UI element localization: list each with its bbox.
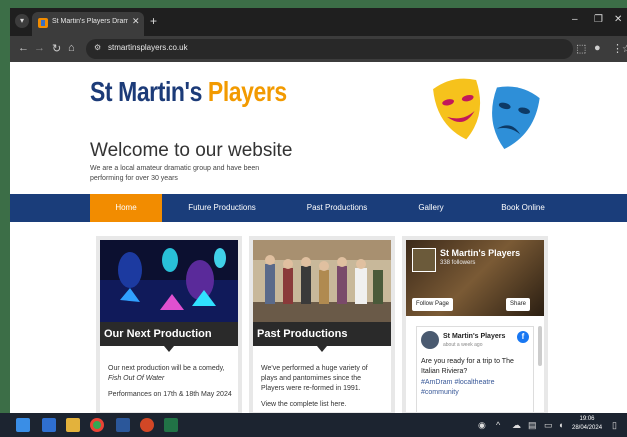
profile-icon[interactable]: ● (594, 42, 601, 54)
network-icon[interactable]: ▤ (528, 420, 537, 431)
main-nav: Home Future Productions Past Productions… (10, 194, 627, 222)
tab-title: St Martin's Players Drama Grou (52, 18, 128, 25)
next-production-play: Fish Out Of Water (108, 375, 165, 382)
facebook-avatar[interactable] (412, 248, 436, 272)
notch-arrow (317, 346, 327, 352)
facebook-followers: 338 followers (440, 260, 476, 266)
task-view-icon[interactable] (42, 418, 56, 432)
facebook-icon[interactable]: f (517, 331, 529, 343)
reload-icon[interactable]: ↻ (52, 42, 61, 55)
file-explorer-icon[interactable] (66, 418, 80, 432)
tab-bar: ▾ St Martin's Players Drama Grou ✕ + – ❐… (10, 8, 627, 36)
past-productions-card[interactable]: Past Productions We've performed a huge … (249, 236, 395, 413)
logo-text-part1: St Martin's (90, 76, 208, 107)
past-productions-title: Past Productions (253, 322, 391, 346)
menu-icon[interactable]: ⋮ (612, 42, 623, 55)
facebook-page-name[interactable]: St Martin's Players (440, 248, 520, 258)
post-time[interactable]: about a week ago (443, 342, 482, 348)
extensions-icon[interactable]: ⬚ (576, 42, 586, 55)
site-logo[interactable]: St Martin's Players (90, 76, 287, 108)
facebook-scrollbar[interactable] (538, 326, 542, 366)
start-icon[interactable] (16, 418, 30, 432)
maximize-icon[interactable]: ❐ (594, 14, 603, 25)
nav-gallery[interactable]: Gallery (406, 194, 456, 222)
notification-icon[interactable]: ▯ (612, 420, 617, 431)
nav-past-productions[interactable]: Past Productions (294, 194, 380, 222)
word-icon[interactable] (116, 418, 130, 432)
close-window-icon[interactable]: ✕ (614, 14, 622, 25)
post-hashtags-2[interactable]: #community (421, 389, 529, 396)
follow-page-button[interactable]: Follow Page (412, 298, 454, 311)
browser-tab[interactable]: St Martin's Players Drama Grou ✕ (32, 12, 144, 36)
follow-page-label: Follow Page (416, 301, 450, 307)
share-label: Share (510, 301, 527, 307)
clock-time: 19:06 (579, 416, 595, 422)
back-icon[interactable]: ← (18, 42, 29, 54)
post-author[interactable]: St Martin's Players (443, 333, 505, 340)
next-production-image (100, 240, 238, 322)
facebook-widget: St Martin's Players 338 followers Follow… (402, 236, 548, 413)
facebook-cover: St Martin's Players 338 followers Follow… (406, 240, 544, 316)
tab-search-icon[interactable]: ▾ (15, 14, 29, 28)
card-body: Past Productions We've performed a huge … (253, 240, 391, 412)
notch-arrow (164, 346, 174, 352)
site-info-icon[interactable]: ⚙ (94, 43, 101, 52)
browser-toolbar: ← → ↻ ⌂ ⚙ stmartinsplayers.co.uk ☆ ⬚ ● ⋮ (10, 36, 627, 62)
desktop-edge (0, 0, 627, 8)
url-text[interactable]: stmartinsplayers.co.uk (108, 43, 188, 52)
close-tab-icon[interactable]: ✕ (132, 16, 140, 27)
home-icon[interactable]: ⌂ (68, 42, 75, 54)
past-productions-image (253, 240, 391, 322)
minimize-icon[interactable]: – (572, 14, 578, 25)
next-production-p1: Our next production will be a comedy, (108, 365, 225, 372)
tray-app-icon[interactable]: ◉ (478, 420, 486, 431)
next-production-title: Our Next Production (100, 322, 238, 346)
clock-date: 28/04/2024 (572, 425, 603, 431)
new-tab-icon[interactable]: + (150, 14, 157, 28)
logo-text-part2: Players (207, 76, 287, 107)
next-production-text: Our next production will be a comedy, Fi… (108, 364, 232, 400)
web-page: St Martin's Players Welcome to our websi… (10, 62, 627, 413)
past-productions-link[interactable]: View the complete list here. (261, 400, 385, 410)
forward-icon[interactable]: → (34, 42, 45, 54)
card-body: Our Next Production Our next production … (100, 240, 238, 412)
theatre-masks-icon (433, 78, 540, 150)
nav-future-productions[interactable]: Future Productions (178, 194, 266, 222)
facebook-widget-inner: St Martin's Players 338 followers Follow… (406, 240, 544, 412)
next-production-dates: Performances on 17th & 18th May 2024 (108, 391, 232, 398)
post-hashtags[interactable]: #AmDram #localtheatre (421, 379, 529, 386)
screen: ▾ St Martin's Players Drama Grou ✕ + – ❐… (0, 0, 627, 437)
volume-icon[interactable]: ◖ (558, 420, 563, 430)
past-productions-p1: We've performed a huge variety of plays … (261, 365, 368, 392)
welcome-heading: Welcome to our website (90, 140, 293, 161)
address-bar[interactable]: ⚙ stmartinsplayers.co.uk ☆ (86, 39, 627, 59)
excel-icon[interactable] (164, 418, 178, 432)
favicon-icon (38, 18, 48, 28)
post-text: Are you ready for a trip to The Italian … (421, 358, 514, 375)
desktop-edge-left (0, 0, 10, 437)
chrome-icon[interactable] (90, 418, 104, 432)
post-avatar[interactable] (421, 331, 439, 349)
cloud-icon[interactable]: ☁ (512, 420, 521, 431)
welcome-subtitle: We are a local amateur dramatic group an… (90, 165, 260, 182)
next-production-card[interactable]: Our Next Production Our next production … (96, 236, 242, 413)
share-button[interactable]: Share (506, 298, 531, 311)
powerpoint-icon[interactable] (140, 418, 154, 432)
tray-chevron-icon[interactable]: ^ (496, 420, 500, 430)
nav-book-online[interactable]: Book Online (488, 194, 558, 222)
past-productions-text: We've performed a huge variety of plays … (261, 364, 385, 410)
battery-icon[interactable]: ▭ (544, 420, 553, 431)
facebook-post: St Martin's Players about a week ago f A… (416, 326, 534, 412)
nav-home[interactable]: Home (90, 194, 162, 222)
browser-window: ▾ St Martin's Players Drama Grou ✕ + – ❐… (10, 8, 627, 413)
taskbar-clock[interactable]: 19:06 28/04/2024 (572, 415, 602, 433)
taskbar: ◉ ^ ☁ ▤ ▭ ◖ 19:06 28/04/2024 ▯ (0, 413, 627, 437)
